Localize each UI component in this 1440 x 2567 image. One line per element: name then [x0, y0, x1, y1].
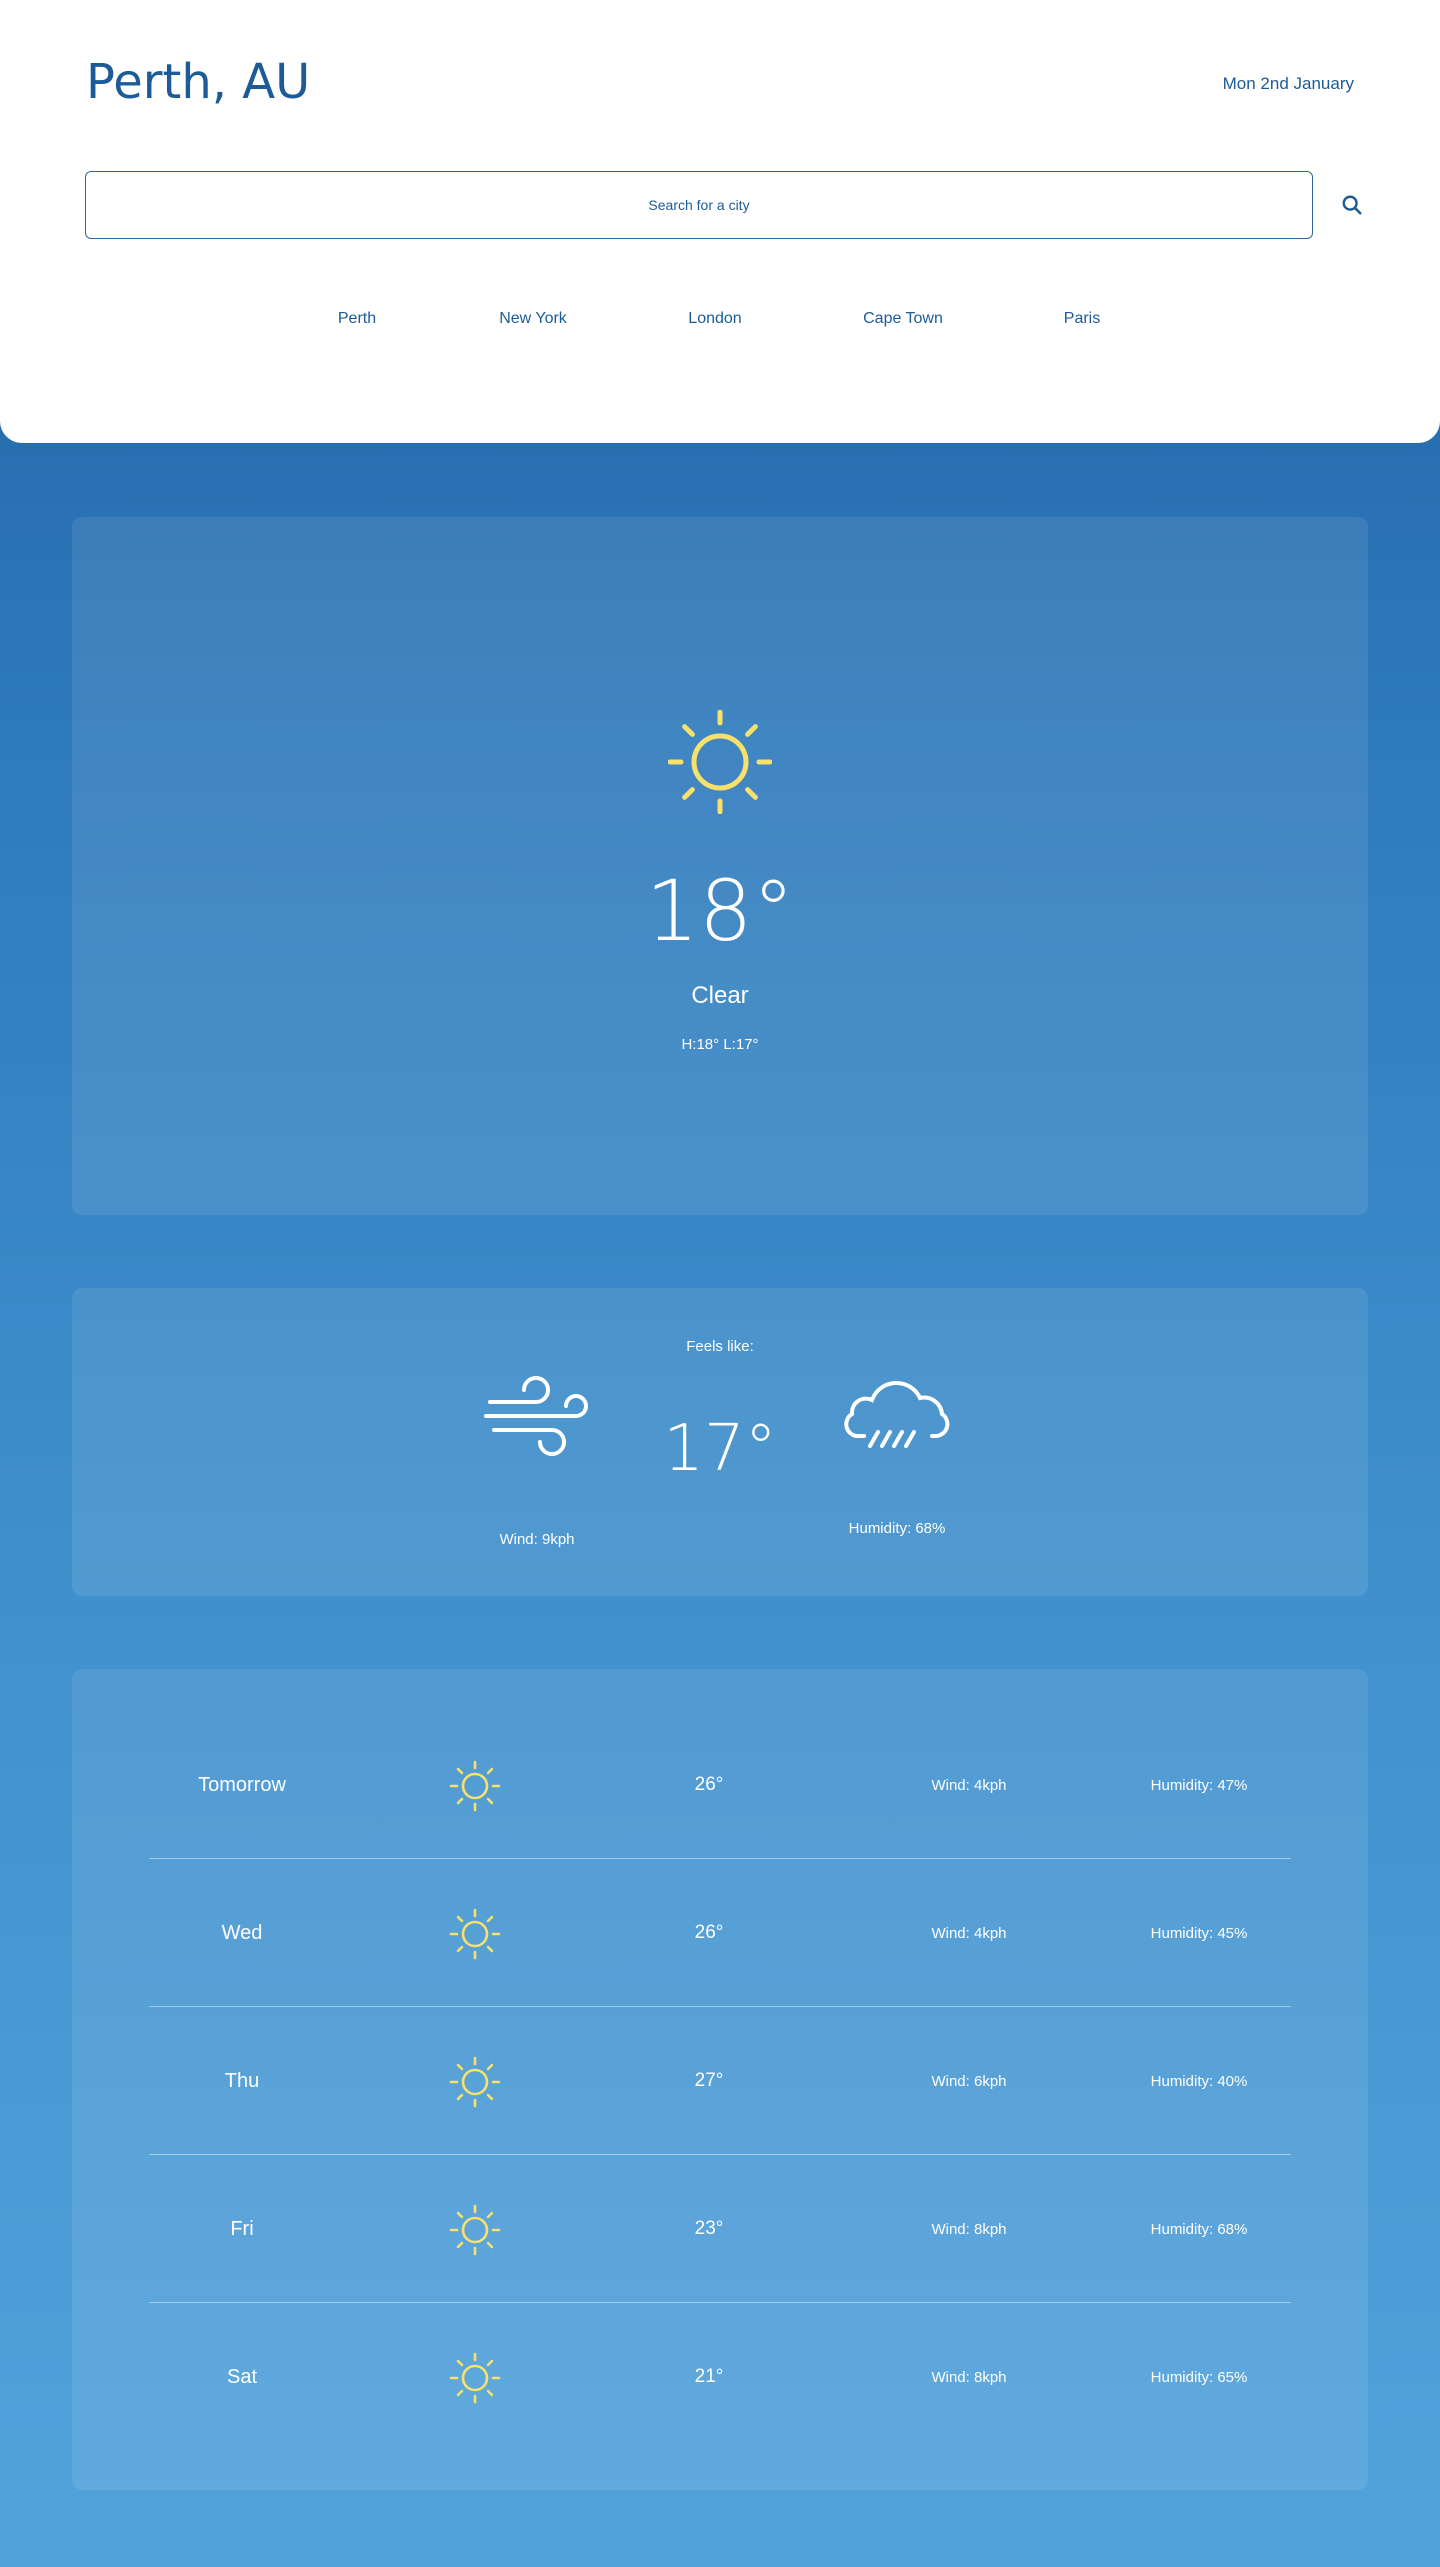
forecast-row: Thu 27° Wind: 6kph Humidity: 40% — [149, 2007, 1291, 2155]
current-condition: Clear — [691, 982, 749, 1009]
quick-city-new-york[interactable]: New York — [499, 310, 567, 328]
rain-cloud-icon — [844, 1380, 950, 1448]
sun-icon — [668, 710, 772, 814]
quick-city-perth[interactable]: Perth — [338, 310, 376, 328]
forecast-day: Tomorrow — [198, 1773, 286, 1796]
forecast-humidity: Humidity: 68% — [1150, 2220, 1248, 2238]
wind-value: Wind: 9kph — [499, 1531, 575, 1548]
forecast-row: Tomorrow 26° Wind: 4kph Humidity: 47% — [149, 1711, 1291, 1859]
forecast-day: Sat — [226, 2365, 258, 2388]
forecast-temperature: 26° — [694, 1922, 724, 1943]
forecast-row: Wed 26° Wind: 4kph Humidity: 45% — [149, 1859, 1291, 2007]
forecast-temperature: 27° — [694, 2070, 724, 2091]
forecast-day: Thu — [224, 2069, 260, 2092]
forecast-day: Wed — [221, 1921, 263, 1944]
search-icon — [1342, 195, 1362, 215]
forecast-temperature: 23° — [694, 2218, 724, 2239]
forecast-humidity: Humidity: 47% — [1150, 1776, 1248, 1794]
forecast-humidity: Humidity: 65% — [1150, 2368, 1248, 2386]
quick-city-list: Perth New York London Cape Town Paris — [0, 310, 1440, 334]
sun-icon — [449, 2056, 501, 2108]
city-title: Perth, AU — [86, 54, 311, 110]
current-temperature: 18° — [645, 862, 795, 960]
forecast-wind: Wind: 6kph — [931, 2072, 1007, 2090]
forecast-temperature: 26° — [694, 1774, 724, 1795]
sun-icon — [449, 1908, 501, 1960]
feels-like-label: Feels like: — [686, 1338, 754, 1355]
header: Perth, AU Mon 2nd January Search for a c… — [0, 0, 1440, 443]
high-low: H:18° L:17° — [681, 1036, 759, 1053]
forecast-humidity: Humidity: 40% — [1150, 2072, 1248, 2090]
forecast-temperature: 21° — [694, 2366, 724, 2387]
sun-icon — [449, 2352, 501, 2404]
forecast-wind: Wind: 4kph — [931, 1924, 1007, 1942]
forecast-humidity: Humidity: 45% — [1150, 1924, 1248, 1942]
wind-icon — [484, 1376, 588, 1456]
sun-icon — [449, 2204, 501, 2256]
forecast-row: Fri 23° Wind: 8kph Humidity: 68% — [149, 2155, 1291, 2303]
forecast-day: Fri — [230, 2217, 254, 2240]
quick-city-cape-town[interactable]: Cape Town — [863, 310, 943, 328]
search-button[interactable] — [1336, 187, 1368, 223]
forecast-wind: Wind: 4kph — [931, 1776, 1007, 1794]
sun-icon — [449, 1760, 501, 1812]
search-input[interactable]: Search for a city — [85, 171, 1313, 239]
forecast-wind: Wind: 8kph — [931, 2368, 1007, 2386]
quick-city-paris[interactable]: Paris — [1064, 310, 1100, 328]
feels-like-temperature: 17° — [663, 1412, 777, 1486]
humidity-value: Humidity: 68% — [848, 1520, 946, 1537]
forecast-row: Sat 21° Wind: 8kph Humidity: 65% — [149, 2303, 1291, 2451]
current-date: Mon 2nd January — [1222, 74, 1354, 93]
quick-city-london[interactable]: London — [688, 310, 741, 328]
forecast-wind: Wind: 8kph — [931, 2220, 1007, 2238]
